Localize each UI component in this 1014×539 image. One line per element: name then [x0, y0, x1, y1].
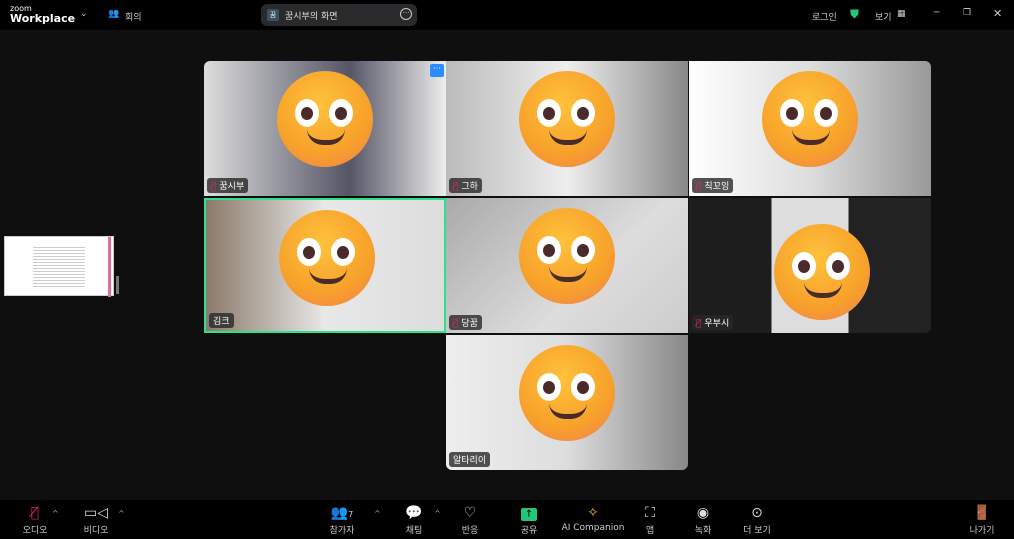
more-icon: ⊙ — [751, 505, 763, 521]
participant-name: 당꿈 — [461, 319, 478, 329]
participant-name-tag: 🎙̸ 우부시 — [692, 315, 734, 330]
mic-muted-icon: 🎙̸ — [453, 182, 459, 192]
login-button[interactable]: 로그인 — [812, 10, 837, 23]
participants-label: 참가자 — [329, 526, 355, 536]
mic-muted-icon: 🎙̸ — [696, 182, 702, 192]
meeting-toolbar: 🎙̸ 오디오 ^ ▭◁ 비디오 ^ 👥7 참가자 ^ 💬 채팅 ^ ♡ 반응 ↑ 공유 ✧ A… — [0, 500, 1014, 539]
participant-name-tag: 김크 — [209, 313, 234, 328]
video-tile[interactable]: 🎙̸ 당꿈 — [446, 198, 688, 333]
share-title: 꿈시부의 화면 — [285, 12, 338, 22]
participant-name: 꿈시부 — [219, 182, 245, 192]
audio-button[interactable]: 🎙̸ 오디오 — [0, 505, 70, 536]
participant-name-tag: 알타리이 — [449, 452, 491, 467]
participant-name: 우부시 — [704, 319, 730, 329]
screen-share-pill[interactable]: 꿈 꿈시부의 화면 ··· — [261, 4, 417, 26]
video-tile[interactable]: 김크 — [204, 198, 446, 333]
more-label: 더 보기 — [743, 526, 771, 536]
title-bar: zoom Workplace ⌄ 👥 회의 꿈 꿈시부의 화면 ··· 로그인 ⛊… — [0, 0, 1014, 30]
participant-count: 7 — [348, 510, 354, 519]
face-avatar — [762, 71, 858, 167]
layout-icon[interactable]: ▦ — [897, 9, 906, 19]
video-tile[interactable]: 🎙̸ 우부시 — [689, 198, 931, 333]
video-label: 비디오 — [83, 526, 109, 536]
mic-muted-icon: 🎙̸ — [453, 319, 459, 329]
participant-name: 그하 — [461, 182, 478, 192]
face-avatar — [279, 210, 375, 306]
close-icon[interactable]: ✕ — [993, 7, 1002, 20]
participant-name-tag: 🎙̸ 그하 — [449, 178, 482, 193]
participants-icon: 👥7 — [330, 505, 354, 521]
face-avatar — [519, 208, 615, 304]
video-tile[interactable]: 🎙̸ 꿈시부 ··· — [204, 61, 446, 196]
participant-name-tag: 🎙̸ 꿈시부 — [207, 178, 249, 193]
participant-name: 김크 — [213, 317, 230, 327]
video-options-caret[interactable]: ^ — [118, 509, 125, 518]
shield-icon[interactable]: ⛊ — [850, 7, 859, 22]
video-tile[interactable]: 알타리이 — [446, 335, 688, 470]
mic-muted-icon: 🎙̸ — [211, 182, 217, 192]
participant-name: 알타리이 — [453, 456, 487, 466]
zoom-logo: zoom Workplace — [10, 4, 75, 24]
face-avatar — [774, 224, 870, 320]
tile-more-icon[interactable]: ··· — [430, 64, 444, 77]
minimize-icon[interactable]: ─ — [934, 8, 939, 18]
logo-big: Workplace — [10, 12, 76, 25]
share-button[interactable]: ↑ 공유 — [494, 505, 564, 536]
audio-label: 오디오 — [22, 526, 48, 536]
share-label: 공유 — [520, 526, 538, 536]
share-icon: ↑ — [494, 505, 564, 523]
participants-button[interactable]: 👥7 참가자 — [307, 505, 377, 536]
face-avatar — [519, 345, 615, 441]
leave-button[interactable]: 🚪 나가기 — [947, 505, 1014, 536]
view-button[interactable]: 보기 — [875, 10, 892, 23]
meeting-tab[interactable]: 회의 — [125, 10, 142, 23]
audio-options-caret[interactable]: ^ — [52, 509, 59, 518]
face-avatar — [519, 71, 615, 167]
more-icon[interactable]: ··· — [400, 8, 412, 20]
sharer-badge: 꿈 — [267, 9, 279, 21]
video-tile[interactable]: 🎙̸ 칙꼬잉 — [689, 61, 931, 196]
face-avatar — [277, 71, 373, 167]
leave-label: 나가기 — [969, 526, 995, 536]
restore-icon[interactable]: ❐ — [963, 8, 971, 18]
thumbnail-resize-handle[interactable] — [116, 276, 119, 294]
participant-name: 칙꼬잉 — [704, 182, 730, 192]
mic-muted-icon: 🎙̸ — [696, 319, 702, 329]
leave-icon: 🚪 — [973, 505, 991, 521]
mic-muted-icon: 🎙̸ — [30, 505, 40, 521]
participant-name-tag: 🎙̸ 칙꼬잉 — [692, 178, 734, 193]
video-tile[interactable]: 🎙̸ 그하 — [446, 61, 688, 196]
meeting-icon: 👥 — [108, 9, 120, 19]
more-button[interactable]: ⊙ 더 보기 — [722, 505, 792, 536]
participant-name-tag: 🎙̸ 당꿈 — [449, 315, 482, 330]
chevron-down-icon[interactable]: ⌄ — [80, 9, 88, 19]
shared-screen-thumbnail[interactable] — [4, 236, 114, 297]
